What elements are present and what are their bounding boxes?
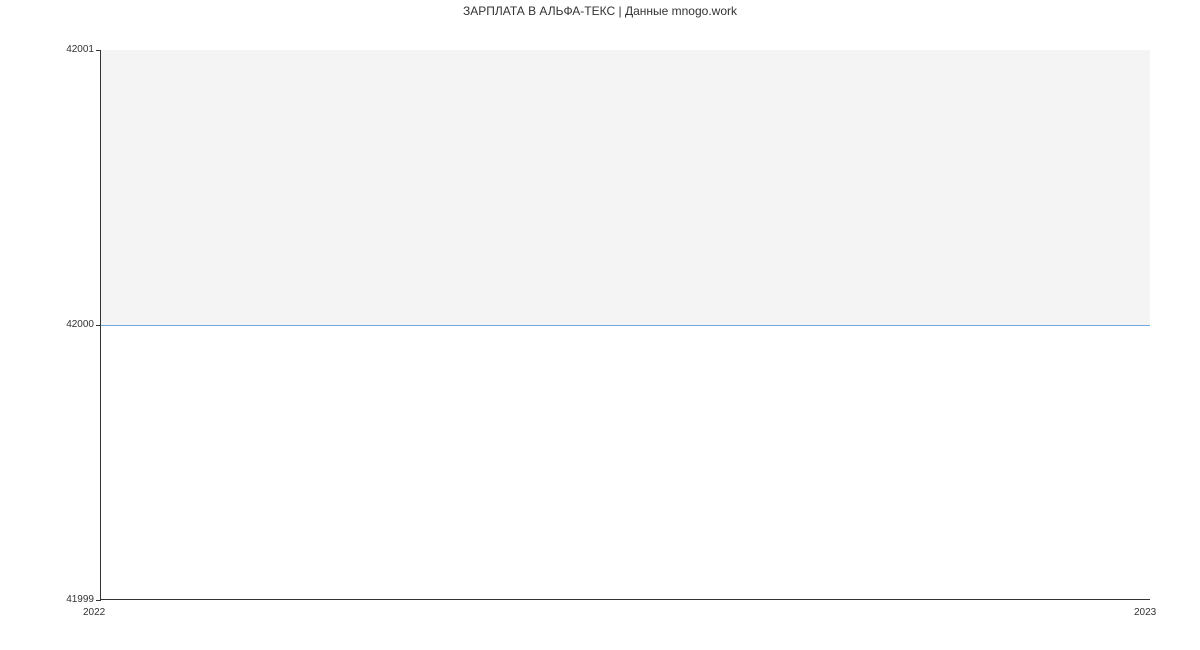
y-tick xyxy=(96,50,101,51)
y-tick-label: 41999 xyxy=(66,595,94,605)
x-tick-label: 2023 xyxy=(1134,608,1156,618)
data-line xyxy=(101,325,1150,326)
y-tick xyxy=(96,600,101,601)
plot-area xyxy=(100,50,1150,600)
x-tick-label: 2022 xyxy=(83,608,105,618)
plot-fill xyxy=(101,50,1150,325)
y-tick-label: 42001 xyxy=(66,45,94,55)
y-tick-label: 42000 xyxy=(66,320,94,330)
salary-chart: ЗАРПЛАТА В АЛЬФА-ТЕКС | Данные mnogo.wor… xyxy=(0,0,1200,650)
chart-title: ЗАРПЛАТА В АЛЬФА-ТЕКС | Данные mnogo.wor… xyxy=(0,4,1200,18)
y-tick xyxy=(96,325,101,326)
